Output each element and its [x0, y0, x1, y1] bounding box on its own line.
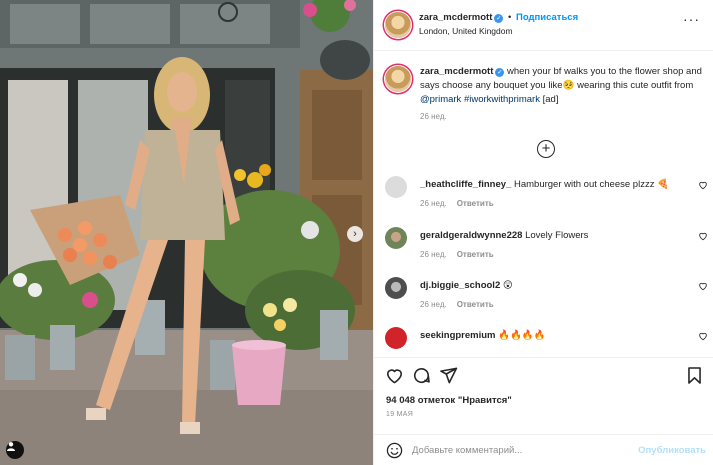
- reply-button[interactable]: Ответить: [457, 250, 494, 259]
- header-user-line: zara_mcdermott ✓ • Подписаться: [419, 12, 578, 23]
- heart-outline-icon[interactable]: [698, 331, 708, 341]
- next-photo-button[interactable]: ›: [347, 226, 363, 242]
- caption-emoji: 🥺: [562, 80, 575, 91]
- comment-meta: 26 нед. Ответить: [420, 300, 494, 309]
- commenter-username[interactable]: _heathcliffe_finney_: [420, 179, 511, 190]
- add-comment-bar: Опубликовать: [374, 434, 713, 465]
- commenter-username[interactable]: dj.biggie_school2: [420, 280, 500, 291]
- follow-button[interactable]: Подписаться: [516, 12, 578, 23]
- publish-button[interactable]: Опубликовать: [638, 445, 706, 456]
- comment-body: Lovely Flowers: [525, 230, 589, 241]
- comment-body: 😲: [502, 280, 513, 291]
- commenter-username[interactable]: seekingpremium: [420, 330, 496, 341]
- caption-ad-tag: [ad]: [542, 94, 559, 105]
- author-username[interactable]: zara_mcdermott: [419, 12, 492, 23]
- emoji-smiley-icon[interactable]: [386, 442, 403, 459]
- like-heart-icon[interactable]: [385, 366, 404, 385]
- commenter-avatar[interactable]: [385, 176, 407, 198]
- comment-body: 🔥🔥🔥🔥: [498, 330, 546, 341]
- instagram-post: › zara_mcdermott ✓ • Подписаться London, …: [0, 0, 713, 465]
- save-bookmark-icon[interactable]: [685, 366, 704, 385]
- likes-count[interactable]: 94 048 отметок "Нравится": [386, 395, 512, 406]
- comment-meta: 26 нед. Ответить: [420, 199, 494, 208]
- post-header: zara_mcdermott ✓ • Подписаться London, Un…: [374, 0, 713, 51]
- author-avatar[interactable]: [385, 12, 411, 38]
- chevron-right-icon: ›: [353, 227, 357, 240]
- heart-outline-icon[interactable]: [698, 231, 708, 241]
- comment-input[interactable]: [412, 441, 632, 459]
- comment-text: _heathcliffe_finney_ Hamburger with out …: [420, 178, 690, 191]
- verified-badge-icon: ✓: [495, 68, 505, 77]
- commenter-username[interactable]: geraldgeraldwynne228: [420, 230, 522, 241]
- heart-outline-icon[interactable]: [698, 281, 708, 291]
- caption-mention-link[interactable]: @primark: [420, 94, 461, 105]
- caption-text: zara_mcdermott ✓ when your bf walks you t…: [420, 65, 710, 107]
- plus-circle-icon: +: [541, 140, 551, 157]
- commenter-avatar[interactable]: [385, 277, 407, 299]
- commenter-avatar[interactable]: [385, 327, 407, 349]
- verified-badge-icon: ✓: [494, 14, 504, 23]
- tagged-users-button[interactable]: [6, 441, 24, 459]
- caption-hashtag-link[interactable]: #iworkwithprimark: [464, 94, 540, 105]
- caption-body-2: wearing this cute outfit from: [577, 80, 694, 91]
- more-options-icon[interactable]: ···: [683, 11, 700, 27]
- comment-text: dj.biggie_school2 😲: [420, 279, 690, 292]
- reply-button[interactable]: Ответить: [457, 199, 494, 208]
- user-tag-icon: [7, 442, 15, 451]
- comment-body: Hamburger with out cheese plzzz 🍕: [513, 179, 669, 190]
- post-photo[interactable]: ›: [0, 0, 373, 465]
- comment-timestamp[interactable]: 26 нед.: [420, 250, 447, 259]
- post-location[interactable]: London, United Kingdom: [419, 26, 513, 36]
- reply-button[interactable]: Ответить: [457, 300, 494, 309]
- post-date[interactable]: 19 МАЯ: [386, 411, 413, 418]
- comment-text: geraldgeraldwynne228 Lovely Flowers: [420, 229, 690, 242]
- comment-timestamp[interactable]: 26 нед.: [420, 199, 447, 208]
- header-separator: •: [508, 12, 512, 23]
- commenter-avatar[interactable]: [385, 227, 407, 249]
- comment-timestamp[interactable]: 26 нед.: [420, 300, 447, 309]
- caption-avatar[interactable]: [385, 66, 411, 92]
- comment-meta: 26 нед. Ответить: [420, 250, 494, 259]
- post-side-panel: zara_mcdermott ✓ • Подписаться London, Un…: [373, 0, 713, 465]
- caption-username[interactable]: zara_mcdermott: [420, 66, 493, 77]
- caption-timestamp[interactable]: 26 нед.: [420, 112, 447, 121]
- share-paper-plane-icon[interactable]: [439, 366, 458, 385]
- photo-illustration: [0, 0, 373, 465]
- comment-text: seekingpremium 🔥🔥🔥🔥: [420, 329, 690, 342]
- post-actions-bar: [374, 357, 713, 393]
- heart-outline-icon[interactable]: [698, 180, 708, 190]
- comment-bubble-icon[interactable]: [412, 366, 431, 385]
- load-more-comments-button[interactable]: +: [537, 140, 555, 158]
